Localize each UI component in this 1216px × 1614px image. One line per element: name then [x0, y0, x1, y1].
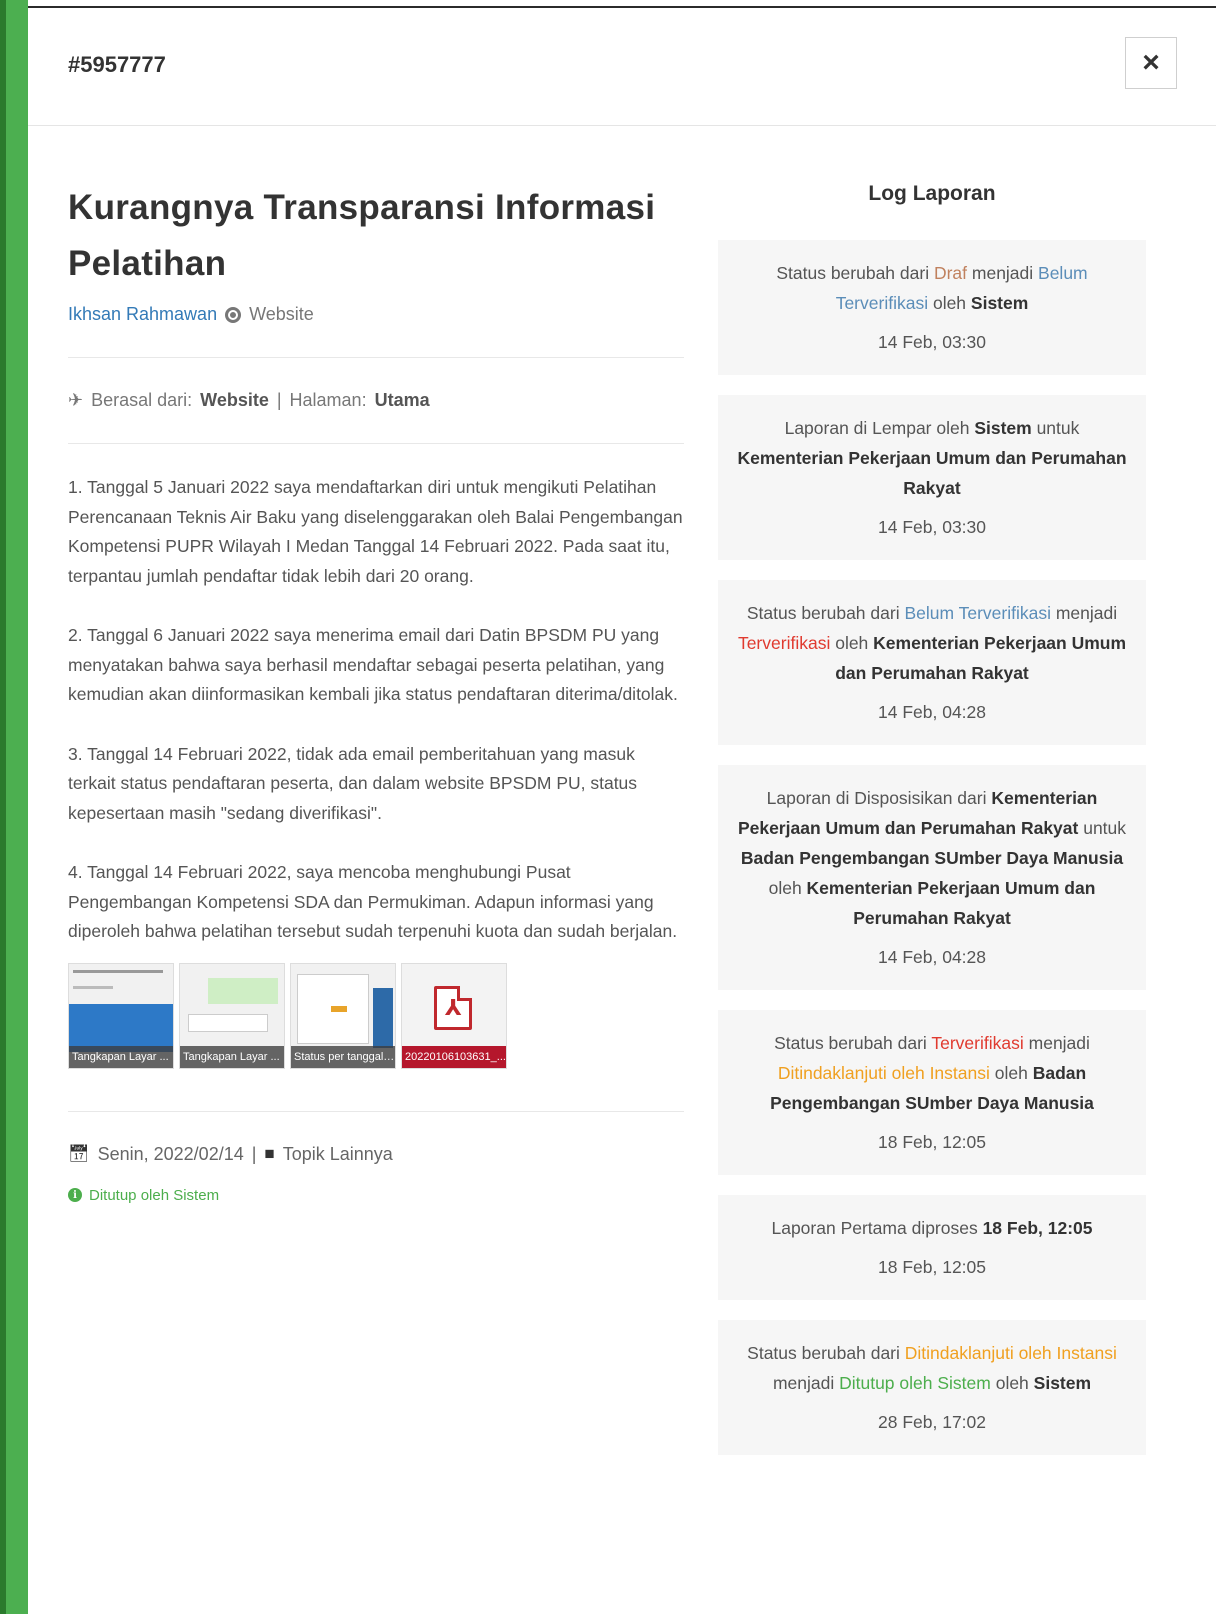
log-entry: Status berubah dari Draf menjadi Belum T…: [718, 240, 1146, 375]
globe-icon: [225, 306, 242, 323]
log-entry: Laporan Pertama diproses 18 Feb, 12:05 1…: [718, 1195, 1146, 1300]
log-entry-text: Laporan di Lempar oleh Sistem untuk Keme…: [737, 418, 1127, 498]
log-entry-text: Laporan di Disposisikan dari Kementerian…: [737, 788, 1127, 928]
log-entry-time: 14 Feb, 04:28: [878, 702, 986, 722]
log-entry-time: 14 Feb, 03:30: [878, 517, 986, 537]
info-icon: i: [68, 1188, 82, 1202]
description-paragraph: 1. Tanggal 5 Januari 2022 saya mendaftar…: [68, 477, 683, 586]
log-title: Log Laporan: [868, 182, 996, 205]
closed-status: i Ditutup oleh Sistem: [68, 1187, 684, 1204]
pdf-icon: [434, 985, 472, 1030]
report-title: Kurangnya Transparansi Informasi Pelatih…: [68, 188, 656, 283]
log-entry-time: 18 Feb, 12:05: [878, 1132, 986, 1152]
report-description: 1. Tanggal 5 Januari 2022 saya mendaftar…: [68, 473, 684, 947]
log-entry-text: Status berubah dari Ditindaklanjuti oleh…: [747, 1343, 1117, 1393]
status-draf: Draf: [933, 263, 968, 283]
log-entry-text: Status berubah dari Belum Terverifikasi …: [737, 603, 1127, 683]
log-entry-text: Status berubah dari Draf menjadi Belum T…: [776, 263, 1088, 313]
attachment-caption: Tangkapan Layar ...: [180, 1045, 284, 1068]
description-paragraph: 2. Tanggal 6 Januari 2022 saya menerima …: [68, 625, 678, 704]
paper-plane-icon: ✈︎: [68, 390, 84, 410]
log-entry-time: 18 Feb, 12:05: [878, 1257, 986, 1277]
calendar-icon: 📅︎: [68, 1144, 90, 1163]
status-belum-terverifikasi: Belum Terverifikasi: [904, 603, 1051, 623]
status-accent-bar: [0, 0, 28, 1614]
origin-value: Website: [200, 390, 269, 410]
report-modal: #5957777 × Kurangnya Transparansi Inform…: [28, 10, 1216, 1614]
close-button[interactable]: ×: [1125, 37, 1177, 89]
log-entry: Laporan di Disposisikan dari Kementerian…: [718, 765, 1146, 990]
origin-separator: |: [276, 390, 282, 410]
divider: [68, 1110, 684, 1112]
attachment-caption: Tangkapan Layar ...: [69, 1045, 173, 1068]
attachment-list: Tangkapan Layar ... Tangkapan Layar ... …: [68, 962, 684, 1069]
closed-status-text: Ditutup oleh Sistem: [89, 1186, 220, 1204]
status-ditindaklanjuti: Ditindaklanjuti oleh Instansi: [777, 1063, 990, 1083]
log-entry-text: Status berubah dari Terverifikasi menjad…: [770, 1033, 1094, 1113]
description-paragraph: 4. Tanggal 14 Februari 2022, saya mencob…: [68, 862, 678, 941]
ticket-id: #5957777: [68, 52, 166, 77]
status-terverifikasi: Terverifikasi: [931, 1033, 1024, 1053]
attachment-thumbnail[interactable]: Status per tanggal ...: [290, 962, 396, 1069]
log-entry-text: Laporan Pertama diproses 18 Feb, 12:05: [771, 1218, 1093, 1238]
report-topic[interactable]: Topik Lainnya: [283, 1144, 393, 1165]
origin-row: ✈︎ Berasal dari: Website | Halaman: Utam…: [68, 390, 684, 411]
status-ditindaklanjuti: Ditindaklanjuti oleh Instansi: [904, 1343, 1117, 1363]
log-entry-time: 28 Feb, 17:02: [878, 1412, 986, 1432]
report-meta-row: 📅︎ Senin, 2022/02/14 | ■ Topik Lainnya: [68, 1144, 684, 1165]
log-entry: Laporan di Lempar oleh Sistem untuk Keme…: [718, 395, 1146, 560]
window-top-edge: [0, 0, 1216, 8]
log-entry: Status berubah dari Ditindaklanjuti oleh…: [718, 1320, 1146, 1455]
author-link[interactable]: Ikhsan Rahmawan: [68, 304, 217, 325]
bookmark-icon: ■: [264, 1144, 275, 1163]
attachment-thumbnail[interactable]: Tangkapan Layar ...: [68, 962, 174, 1069]
page-label: Halaman:: [289, 390, 367, 410]
report-date: Senin, 2022/02/14: [97, 1143, 244, 1164]
log-entry: Status berubah dari Terverifikasi menjad…: [718, 1010, 1146, 1175]
log-entry-time: 14 Feb, 03:30: [878, 332, 986, 352]
page-value: Utama: [374, 390, 430, 410]
divider: [68, 357, 684, 358]
attachment-caption: Status per tanggal ...: [291, 1045, 395, 1068]
divider: [68, 443, 684, 444]
attachment-pdf[interactable]: 20220106103631_...: [401, 962, 507, 1069]
attachment-thumbnail[interactable]: Tangkapan Layar ...: [179, 962, 285, 1069]
log-entry-time: 14 Feb, 04:28: [878, 947, 986, 967]
status-ditutup: Ditutup oleh Sistem: [839, 1373, 991, 1393]
log-entry: Status berubah dari Belum Terverifikasi …: [718, 580, 1146, 745]
modal-header: #5957777 ×: [28, 10, 1216, 126]
status-terverifikasi: Terverifikasi: [737, 633, 831, 653]
meta-separator: |: [251, 1143, 257, 1164]
description-paragraph: 3. Tanggal 14 Februari 2022, tidak ada e…: [68, 743, 638, 823]
origin-label: Berasal dari:: [91, 390, 193, 410]
report-detail: Kurangnya Transparansi Informasi Pelatih…: [68, 180, 684, 1204]
attachment-caption: 20220106103631_...: [402, 1045, 506, 1068]
author-row: Ikhsan Rahmawan Website: [68, 304, 684, 325]
log-panel: Log Laporan Status berubah dari Draf men…: [718, 182, 1146, 1455]
channel-label: Website: [249, 304, 314, 324]
